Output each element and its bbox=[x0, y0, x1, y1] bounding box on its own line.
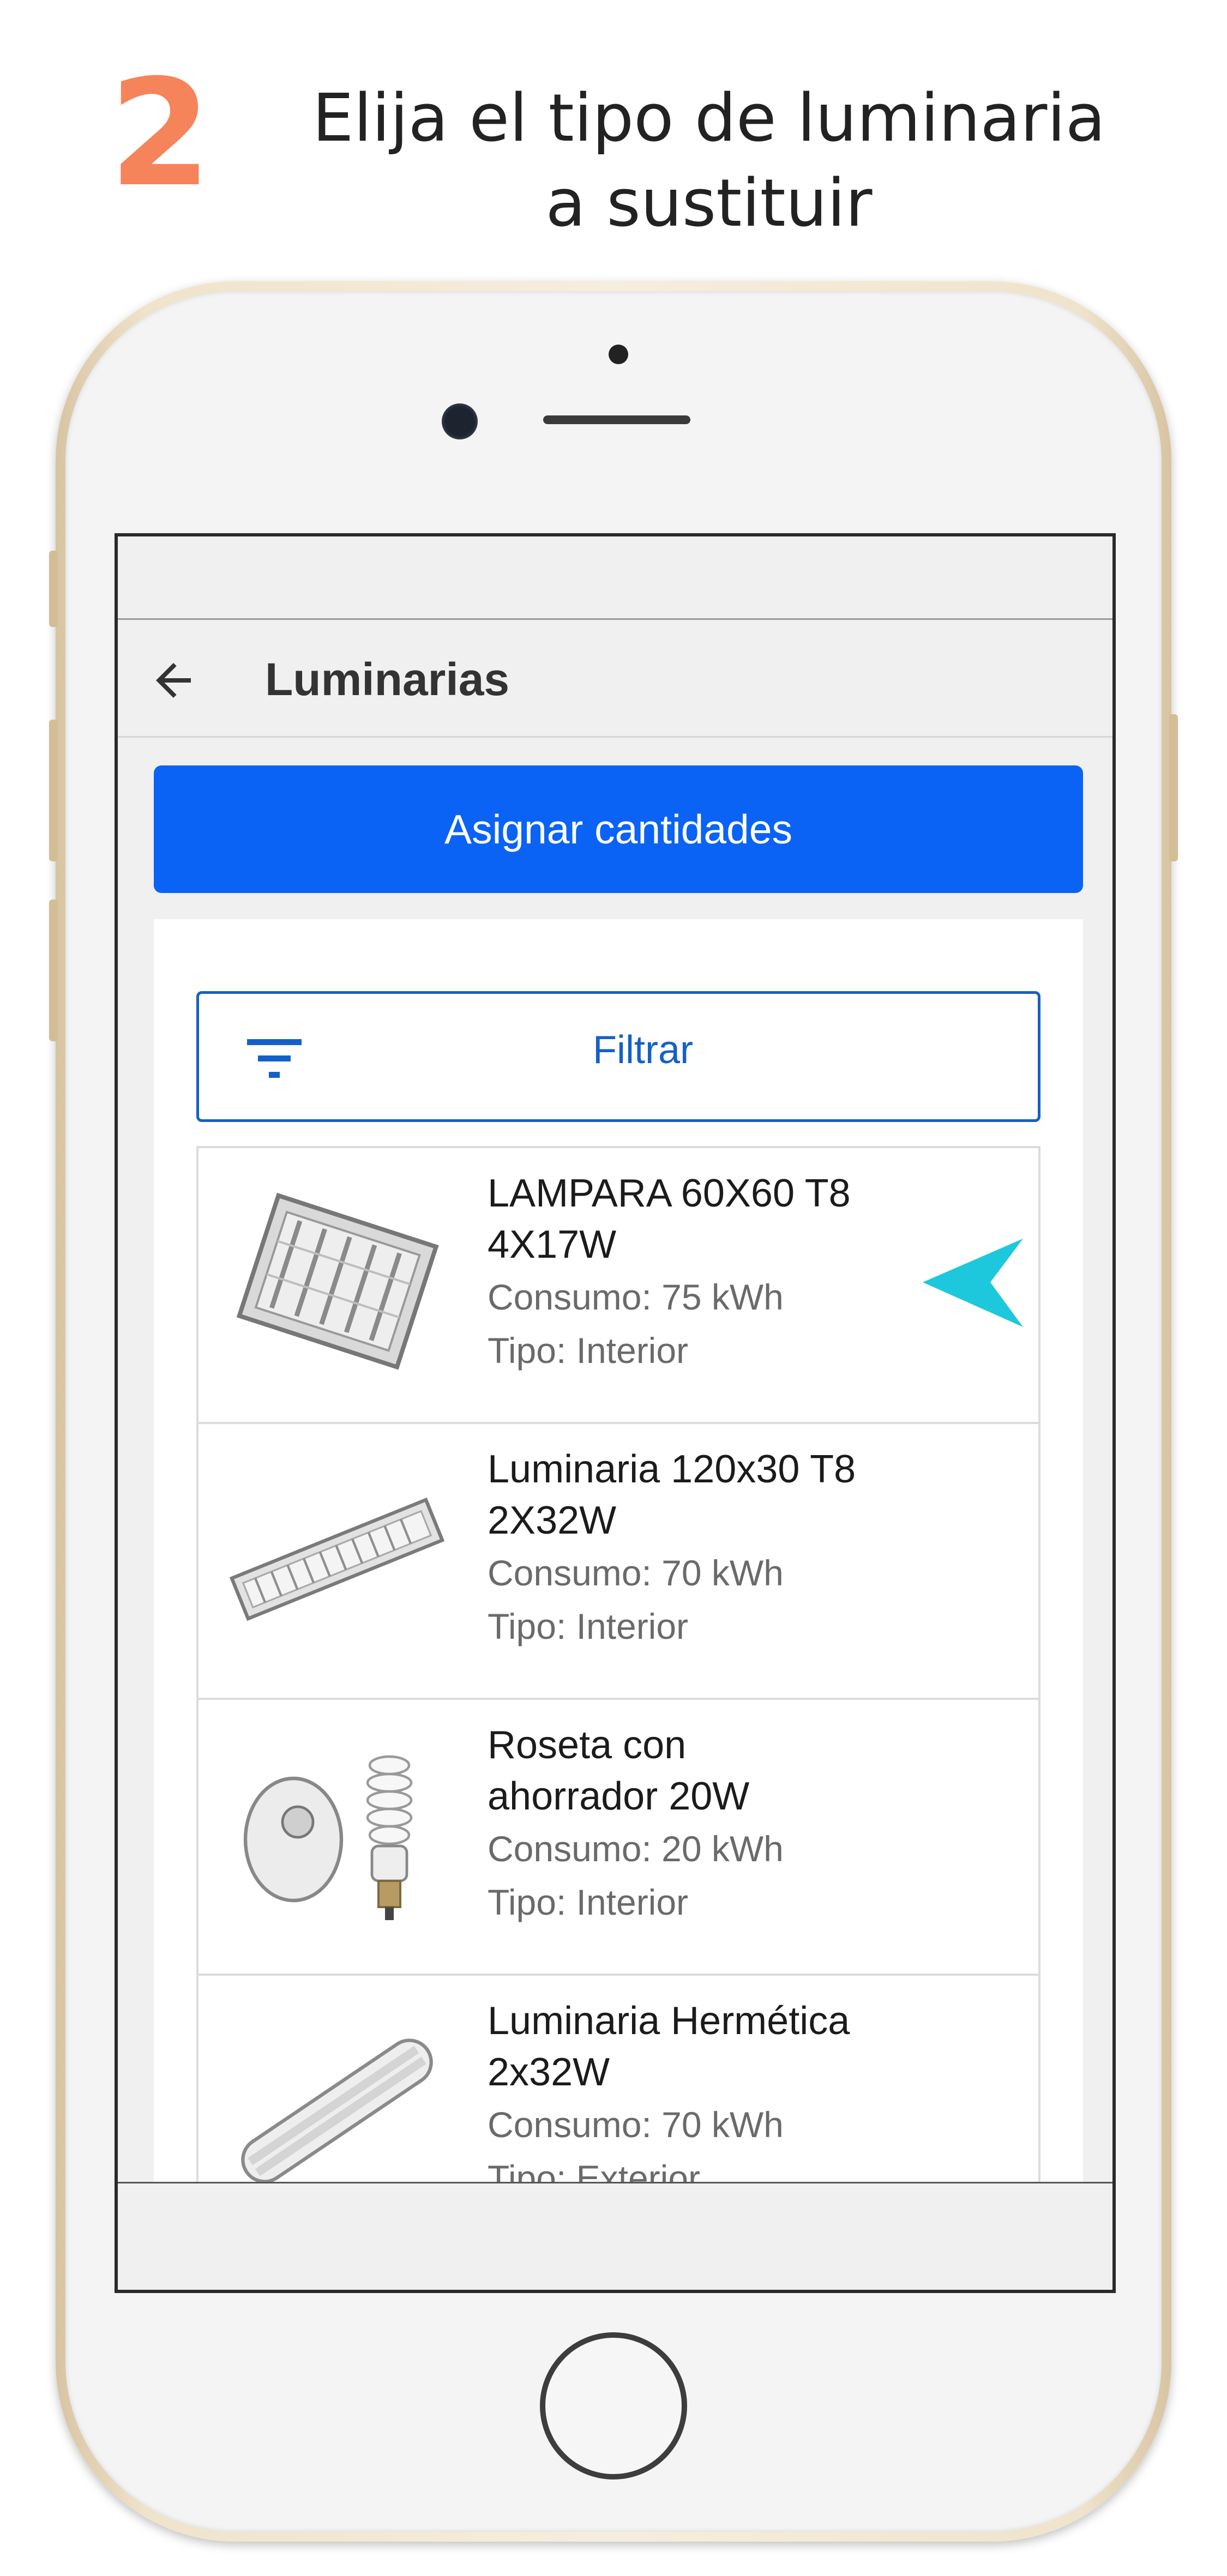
item-name-line1: Luminaria 120x30 T8 bbox=[488, 1447, 856, 1491]
volume-down-button bbox=[49, 720, 58, 861]
filter-label: Filtrar bbox=[593, 1028, 693, 1072]
item-name-line1: Roseta con bbox=[488, 1723, 687, 1767]
list-item[interactable]: Luminaria 120x30 T8 2X32W Consumo: 70 kW… bbox=[196, 1422, 1040, 1700]
item-text: Luminaria 120x30 T8 2X32W Consumo: 70 kW… bbox=[488, 1444, 978, 1653]
volume-up-button bbox=[49, 551, 58, 627]
status-bar bbox=[118, 536, 1112, 620]
phone-screen: Luminarias Asignar cantidades Filtrar LA… bbox=[115, 533, 1116, 2293]
page-title: Luminarias bbox=[265, 654, 510, 705]
item-text: LAMPARA 60X60 T8 4X17W Consumo: 75 kWh T… bbox=[488, 1168, 978, 1377]
arrow-back-icon[interactable] bbox=[147, 654, 200, 707]
item-name-line2: 4X17W bbox=[488, 1223, 617, 1266]
item-text: Roseta con ahorrador 20W Consumo: 20 kWh… bbox=[488, 1720, 978, 1929]
item-text: Luminaria Hermética 2x32W Consumo: 70 kW… bbox=[488, 1995, 978, 2205]
list-item[interactable]: LAMPARA 60X60 T8 4X17W Consumo: 75 kWh T… bbox=[196, 1146, 1040, 1424]
navigation-bar bbox=[118, 2182, 1112, 2290]
front-camera bbox=[442, 403, 478, 439]
home-button[interactable] bbox=[540, 2332, 687, 2480]
item-tipo: Tipo: Interior bbox=[488, 1330, 689, 1371]
item-consumo: Consumo: 75 kWh bbox=[488, 1277, 784, 1317]
item-name-line2: ahorrador 20W bbox=[488, 1775, 750, 1818]
item-consumo: Consumo: 70 kWh bbox=[488, 2104, 784, 2145]
earpiece-speaker bbox=[543, 415, 690, 424]
luminaria-list: LAMPARA 60X60 T8 4X17W Consumo: 75 kWh T… bbox=[196, 1146, 1040, 2252]
item-name-line1: LAMPARA 60X60 T8 bbox=[488, 1172, 851, 1215]
assign-quantities-button[interactable]: Asignar cantidades bbox=[154, 765, 1083, 893]
list-item[interactable]: Roseta con ahorrador 20W Consumo: 20 kWh… bbox=[196, 1698, 1040, 1976]
luminaria-card: Filtrar LAMPARA 60X60 T8 4X17W Consumo: … bbox=[154, 919, 1083, 2252]
step-title-line1: Elija el tipo de luminaria bbox=[312, 81, 1106, 156]
item-tipo: Tipo: Interior bbox=[488, 1882, 689, 1922]
mute-switch bbox=[49, 900, 58, 1041]
square-fixture-image bbox=[236, 1192, 439, 1370]
step-number: 2 bbox=[109, 47, 212, 219]
proximity-sensor bbox=[609, 345, 628, 364]
step-title: Elija el tipo de luminaria a sustituir bbox=[284, 76, 1134, 246]
item-consumo: Consumo: 20 kWh bbox=[488, 1829, 784, 1869]
item-consumo: Consumo: 70 kWh bbox=[488, 1553, 784, 1593]
linear-fixture-image bbox=[229, 1497, 445, 1621]
filter-button[interactable]: Filtrar bbox=[196, 991, 1040, 1122]
item-name-line1: Luminaria Hermética bbox=[488, 1999, 850, 2043]
item-name-line2: 2x32W bbox=[488, 2050, 610, 2094]
item-tipo: Tipo: Interior bbox=[488, 1606, 689, 1646]
app-bar: Luminarias bbox=[118, 618, 1112, 738]
socket-and-bulb-image bbox=[243, 1755, 413, 1920]
item-name-line2: 2X32W bbox=[488, 1499, 617, 1542]
step-title-line2: a sustituir bbox=[545, 166, 873, 242]
pointer-arrow-icon bbox=[923, 1239, 1023, 1327]
power-button bbox=[1169, 714, 1178, 861]
